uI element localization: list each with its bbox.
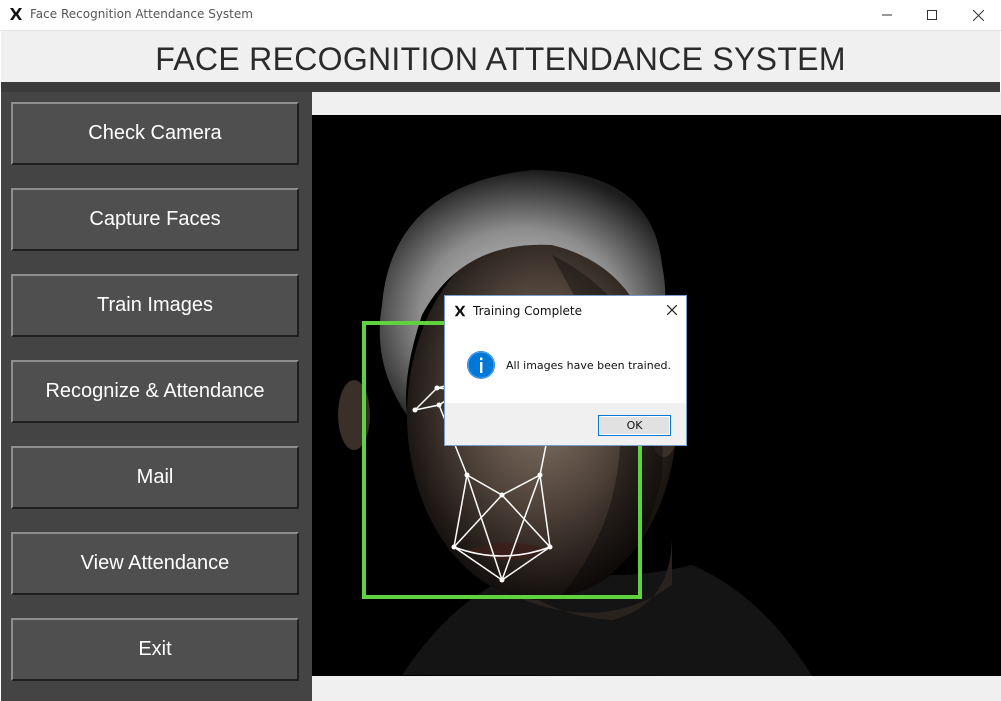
mail-button[interactable]: Mail	[11, 446, 299, 509]
close-icon	[972, 9, 984, 21]
recognize-attendance-button[interactable]: Recognize & Attendance	[11, 360, 299, 423]
window-title: Face Recognition Attendance System	[30, 7, 253, 21]
close-icon	[667, 305, 677, 315]
dialog-close-button[interactable]	[659, 298, 685, 322]
window-titlebar: Face Recognition Attendance System	[0, 0, 1001, 31]
training-complete-dialog: Training Complete All images have been t…	[444, 295, 687, 446]
check-camera-button[interactable]: Check Camera	[11, 102, 299, 165]
capture-faces-button[interactable]: Capture Faces	[11, 188, 299, 251]
sidebar: Check Camera Capture Faces Train Images …	[1, 92, 312, 701]
dialog-title: Training Complete	[473, 304, 582, 318]
page-title: FACE RECOGNITION ATTENDANCE SYSTEM	[155, 41, 846, 77]
minimize-icon	[882, 14, 892, 16]
view-attendance-button[interactable]: View Attendance	[11, 532, 299, 595]
ok-button[interactable]: OK	[598, 415, 671, 436]
minimize-button[interactable]	[864, 0, 910, 30]
app-logo-icon	[10, 8, 22, 20]
close-window-button[interactable]	[955, 0, 1001, 30]
app-header: FACE RECOGNITION ATTENDANCE SYSTEM	[1, 31, 1000, 92]
dialog-message: All images have been trained.	[506, 359, 671, 372]
dialog-footer: OK	[445, 403, 686, 445]
maximize-button[interactable]	[909, 0, 955, 30]
app-logo-icon	[454, 305, 466, 317]
maximize-icon	[927, 10, 937, 20]
train-images-button[interactable]: Train Images	[11, 274, 299, 337]
exit-button[interactable]: Exit	[11, 618, 299, 681]
info-icon	[467, 351, 495, 379]
